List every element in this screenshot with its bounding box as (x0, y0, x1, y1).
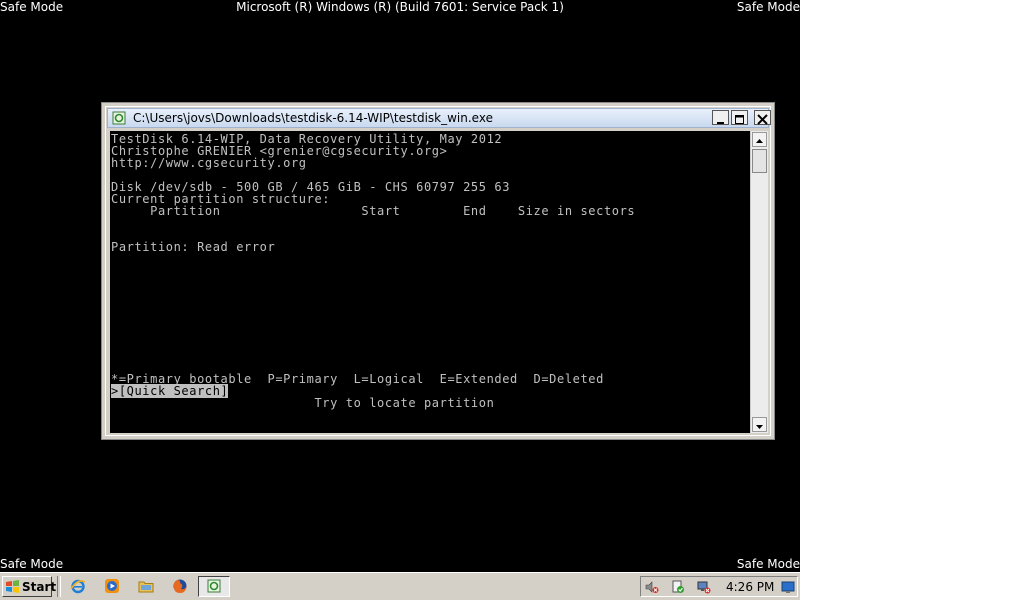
close-icon (757, 114, 768, 125)
menu-hint: Try to locate partition (111, 396, 495, 410)
show-desktop-icon[interactable] (781, 580, 795, 594)
console-text-block: TestDisk 6.14-WIP, Data Recovery Utility… (111, 133, 635, 409)
console-line: Partition Start End Size in sectors (111, 204, 636, 218)
minimize-button[interactable] (712, 110, 729, 125)
console-line: Partition: Read error (111, 240, 276, 254)
console-title-text: C:\Users\jovs\Downloads\testdisk-6.14-WI… (133, 111, 493, 125)
system-tray: 4:26 PM (640, 576, 798, 597)
maximize-icon (735, 115, 744, 124)
testdisk-icon (207, 579, 221, 593)
close-button[interactable] (754, 110, 771, 125)
media-player-icon[interactable] (104, 578, 120, 594)
console-output[interactable]: TestDisk 6.14-WIP, Data Recovery Utility… (110, 131, 750, 433)
scroll-down-arrow-icon (756, 425, 763, 429)
action-center-icon[interactable] (671, 580, 685, 594)
minimize-icon (717, 122, 724, 124)
firefox-icon[interactable] (172, 578, 188, 594)
start-label: Start (22, 580, 57, 594)
console-title-bar[interactable]: C:\Users\jovs\Downloads\testdisk-6.14-WI… (107, 108, 771, 128)
taskbar-button-testdisk[interactable] (198, 576, 230, 597)
ie-icon[interactable] (70, 578, 86, 594)
windows-logo-icon (6, 580, 19, 593)
desktop: Safe Mode Microsoft (R) Windows (R) (Bui… (0, 0, 800, 572)
start-button[interactable]: Start (2, 576, 56, 597)
scroll-up-arrow-icon (756, 139, 763, 143)
windows-build-title: Microsoft (R) Windows (R) (Build 7601: S… (236, 0, 564, 14)
safe-mode-label-bottom-right: Safe Mode (736, 557, 800, 571)
vertical-scrollbar[interactable] (750, 131, 768, 433)
network-disconnected-icon[interactable] (697, 580, 711, 594)
console-line: http://www.cgsecurity.org (111, 156, 307, 170)
scroll-up-button[interactable] (752, 132, 767, 147)
quick-launch-separator (57, 576, 61, 597)
safe-mode-label-bottom-left: Safe Mode (0, 557, 64, 571)
scroll-down-button[interactable] (752, 417, 767, 432)
scroll-thumb[interactable] (752, 149, 767, 173)
safe-mode-label-top-right: Safe Mode (736, 0, 800, 14)
maximize-button[interactable] (731, 110, 748, 125)
taskbar: Start 4:26 PM (0, 572, 800, 600)
testdisk-icon (112, 111, 126, 125)
folder-icon[interactable] (138, 578, 154, 594)
volume-muted-icon[interactable] (645, 580, 659, 594)
taskbar-clock[interactable]: 4:26 PM (726, 580, 774, 594)
console-window[interactable]: C:\Users\jovs\Downloads\testdisk-6.14-WI… (101, 102, 775, 440)
